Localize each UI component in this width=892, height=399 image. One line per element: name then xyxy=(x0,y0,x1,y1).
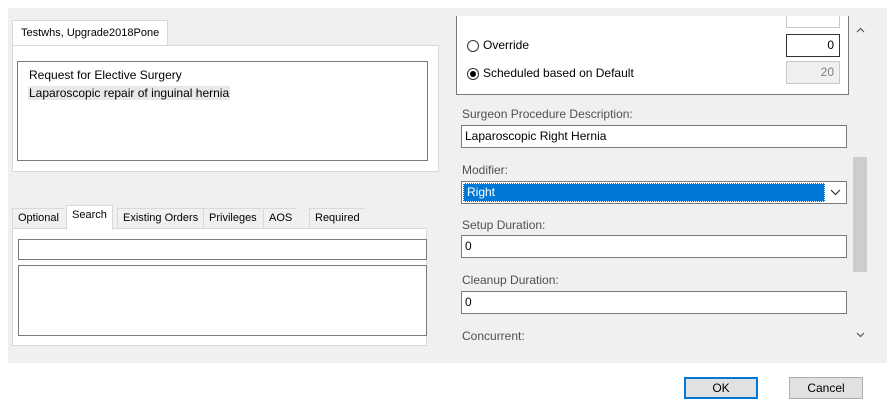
default-value-field: 20 xyxy=(786,61,840,84)
default-schedule-label: Scheduled based on Default xyxy=(483,66,634,80)
arrow-down-icon[interactable] xyxy=(851,327,869,345)
pane-splitter[interactable] xyxy=(442,8,450,363)
patient-tab[interactable]: Testwhs, Upgrade2018Pone xyxy=(12,20,169,46)
tab-required[interactable]: Required xyxy=(309,208,365,229)
order-item-elective-surgery[interactable]: Request for Elective Surgery xyxy=(28,68,183,82)
cleanup-duration-label: Cleanup Duration: xyxy=(462,273,559,287)
scrollbar-thumb[interactable] xyxy=(853,157,867,272)
override-value-input[interactable]: 0 xyxy=(786,34,840,57)
arrow-up-icon[interactable] xyxy=(851,22,869,40)
tab-search[interactable]: Search xyxy=(66,205,113,230)
tab-optional[interactable]: Optional xyxy=(12,208,64,229)
concurrent-label: Concurrent: xyxy=(462,329,525,343)
ok-button[interactable]: OK xyxy=(684,377,758,399)
surgeon-desc-label: Surgeon Procedure Description: xyxy=(462,107,633,121)
cancel-button[interactable]: Cancel xyxy=(789,377,863,399)
search-results-list[interactable] xyxy=(18,265,427,336)
cleanup-duration-input[interactable]: 0 xyxy=(461,291,847,314)
setup-duration-input[interactable]: 0 xyxy=(461,235,847,258)
schedule-field-partial xyxy=(786,16,840,28)
tab-aos[interactable]: AOS xyxy=(263,208,298,229)
orders-list[interactable]: Request for Elective Surgery Laparoscopi… xyxy=(17,61,428,161)
override-label: Override xyxy=(483,38,530,52)
tab-privileges[interactable]: Privileges xyxy=(203,208,262,229)
default-schedule-radio[interactable] xyxy=(467,68,479,80)
order-item-inguinal-hernia[interactable]: Laparoscopic repair of inguinal hernia xyxy=(28,86,231,100)
setup-duration-label: Setup Duration: xyxy=(462,218,546,232)
search-input[interactable] xyxy=(18,239,427,260)
modifier-label: Modifier: xyxy=(462,163,509,177)
chevron-down-icon[interactable] xyxy=(826,183,845,202)
modifier-selected-value[interactable]: Right xyxy=(463,183,825,202)
tab-existing-orders[interactable]: Existing Orders xyxy=(117,208,204,229)
surgeon-desc-input[interactable]: Laparoscopic Right Hernia xyxy=(461,125,847,148)
override-radio[interactable] xyxy=(467,40,479,52)
